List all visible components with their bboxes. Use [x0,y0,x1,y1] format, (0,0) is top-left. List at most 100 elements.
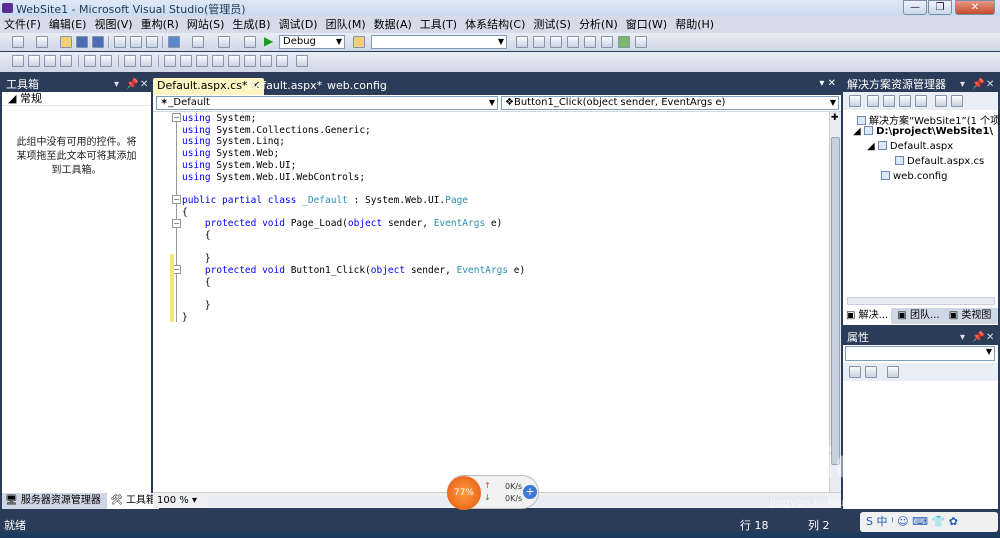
menu-item-14[interactable]: 帮助(H) [671,16,718,33]
next-bookmark-in-folder-icon[interactable] [228,55,240,67]
solution-configuration-combo[interactable]: Debug ▼ [279,35,345,49]
display-word-completion-icon[interactable] [60,55,72,67]
memory-usage-ball[interactable]: 77% [447,476,481,510]
increase-indent-icon[interactable] [100,55,112,67]
categorized-icon[interactable] [849,366,861,378]
close-button[interactable]: ✕ [955,0,995,15]
uncomment-lines-icon[interactable] [140,55,152,67]
new-project-icon[interactable] [12,36,24,48]
split-icon[interactable]: ✚ [831,113,839,123]
window-position-icon[interactable]: ▾ [114,77,119,92]
tab-toolbox[interactable]: 🛠 工具箱 [107,493,159,509]
nest-related-files-icon[interactable] [883,95,895,107]
collapse-class-toggle[interactable]: − [172,195,181,204]
code-editor[interactable]: − − − − using System; using System.Collec… [153,112,829,492]
toolbox-icon[interactable] [584,36,596,48]
start-debugging-icon[interactable]: ▶ [264,34,273,48]
next-bookmark-icon[interactable] [196,55,208,67]
next-bookmark-in-document-icon[interactable] [260,55,272,67]
previous-bookmark-in-folder-icon[interactable] [212,55,224,67]
asp-net-configuration-icon[interactable] [951,95,963,107]
copy-icon[interactable] [130,36,142,48]
member-combo[interactable]: ❖Button1_Click(object sender, EventArgs … [501,96,839,110]
menu-item-2[interactable]: 视图(V) [90,16,136,33]
find-in-files-icon[interactable] [516,36,528,48]
menu-item-1[interactable]: 编辑(E) [45,16,91,33]
properties-icon[interactable] [849,95,861,107]
toolbox-section-general[interactable]: ◢ 常规 [2,92,151,106]
extension-manager-icon[interactable] [635,36,647,48]
display-object-member-list-icon[interactable] [12,55,24,67]
copy-web-site-icon[interactable] [935,95,947,107]
code-line[interactable]: using System.Web; [182,148,279,159]
restore-button[interactable]: ❐ [928,0,952,15]
tab-solution-explorer[interactable]: ▣ 解决... [843,308,892,324]
auto-hide-pin-icon[interactable]: 📌 [126,77,138,92]
code-line[interactable]: } [182,300,211,311]
menu-item-6[interactable]: 调试(D) [275,16,322,33]
tab-default-aspx[interactable]: Default.aspx* [243,78,326,95]
close-panel-icon[interactable]: ✕ [986,77,994,92]
auto-hide-pin-icon[interactable]: 📌 [972,330,984,345]
code-line[interactable]: using System.Web.UI.WebControls; [182,172,365,183]
save-all-icon[interactable] [92,36,104,48]
comment-lines-icon[interactable] [124,55,136,67]
menu-item-9[interactable]: 工具(T) [416,16,461,33]
solution-root-node[interactable]: 解决方案“WebSite1”(1 个项目) [857,112,1000,127]
display-quick-info-icon[interactable] [44,55,56,67]
display-parameter-info-icon[interactable] [28,55,40,67]
code-line[interactable]: using System; [182,113,256,124]
code-line[interactable]: { [182,230,211,241]
tab-team-explorer[interactable]: ▣ 团队... [894,308,942,324]
find-combo[interactable]: ▼ [371,35,507,49]
properties-icon[interactable] [550,36,562,48]
cut-icon[interactable] [114,36,126,48]
code-line[interactable]: protected void Button1_Click(object send… [182,265,525,276]
previous-bookmark-icon[interactable] [180,55,192,67]
menu-item-7[interactable]: 团队(M) [322,16,370,33]
code-line[interactable]: using System.Linq; [182,136,285,147]
file-node-default-aspx[interactable]: ◢ Default.aspx [867,141,953,152]
team-explorer-icon[interactable] [601,36,613,48]
code-line[interactable]: using System.Web.UI; [182,160,296,171]
code-line[interactable]: protected void Page_Load(object sender, … [182,218,502,229]
menu-item-10[interactable]: 体系结构(C) [461,16,529,33]
window-position-icon[interactable]: ▾ [960,77,965,92]
find-icon[interactable] [353,36,365,48]
start-page-icon[interactable] [618,36,630,48]
paste-icon[interactable] [146,36,158,48]
collapse-usings-toggle[interactable]: − [172,113,181,122]
tab-web-config[interactable]: web.config [323,78,391,95]
alphabetical-icon[interactable] [865,366,877,378]
undo-icon[interactable] [168,36,180,48]
view-designer-icon[interactable] [915,95,927,107]
code-line[interactable]: } [182,312,188,323]
minimize-button[interactable]: — [903,0,927,15]
menu-item-3[interactable]: 重构(R) [137,16,183,33]
solution-horizontal-scrollbar[interactable] [847,297,995,305]
window-position-icon[interactable]: ▾ [960,330,965,345]
solution-explorer-icon[interactable] [533,36,545,48]
menu-item-12[interactable]: 分析(N) [575,16,622,33]
network-speed-widget[interactable]: 77% ↑ ↓ 0K/s 0K/s + [447,475,539,510]
code-line[interactable]: { [182,277,211,288]
navigate-forward-icon[interactable] [244,36,256,48]
tab-menu-icon[interactable]: ▾ ✕ [819,78,836,89]
code-line[interactable]: using System.Collections.Generic; [182,125,371,136]
bookmark-icon[interactable] [164,55,176,67]
previous-bookmark-in-document-icon[interactable] [244,55,256,67]
add-item-icon[interactable] [36,36,48,48]
close-panel-icon[interactable]: ✕ [140,77,148,92]
navigate-backward-icon[interactable] [218,36,230,48]
accelerate-icon[interactable]: + [523,485,537,499]
ime-tray[interactable]: S 中 ⁾ ☺ ⌨ 👕 ✿ [860,512,998,532]
menu-item-4[interactable]: 网站(S) [183,16,229,33]
save-icon[interactable] [76,36,88,48]
more-commands-icon[interactable] [296,55,308,67]
menu-item-0[interactable]: 文件(F) [0,16,45,33]
file-node-web-config[interactable]: web.config [881,171,947,182]
redo-icon[interactable] [192,36,204,48]
object-browser-icon[interactable] [567,36,579,48]
auto-hide-pin-icon[interactable]: 📌 [972,77,984,92]
code-line[interactable]: } [182,253,211,264]
